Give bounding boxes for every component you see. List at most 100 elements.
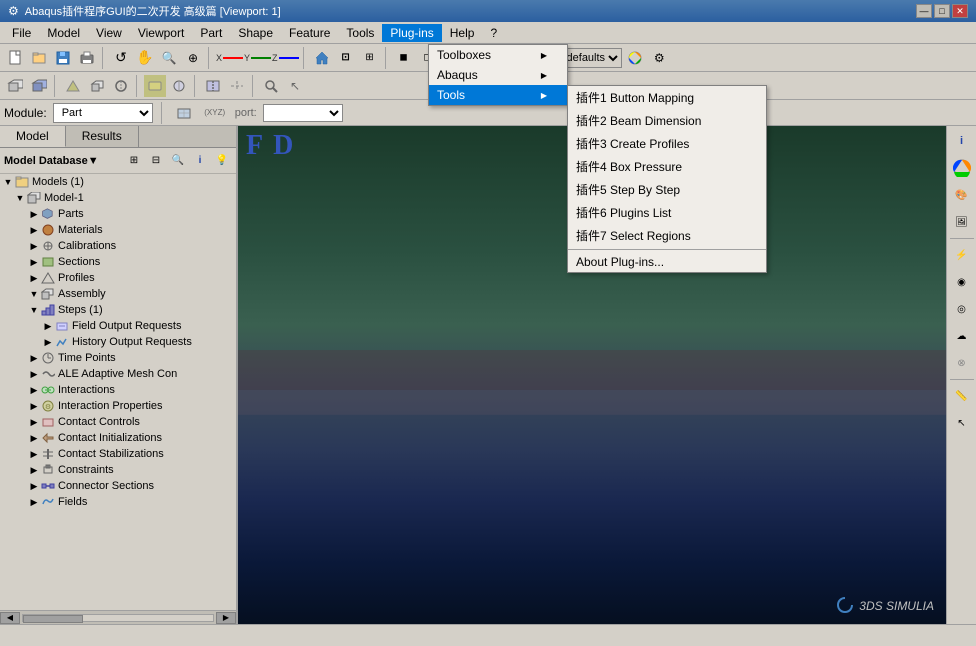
rt-info[interactable]: i (949, 128, 975, 154)
expand-ale[interactable]: ▶ (28, 369, 40, 380)
view-options-button[interactable]: ⊞ (359, 47, 381, 69)
tree-item-interactionprops[interactable]: ▶ ⚙ Interaction Properties (0, 398, 236, 414)
create-part-button[interactable] (4, 75, 26, 97)
tree-item-parts[interactable]: ▶ Parts (0, 206, 236, 222)
zoom-button[interactable]: 🔍 (158, 47, 180, 69)
plugin2-item[interactable]: 插件2 Beam Dimension (568, 109, 766, 132)
maximize-button[interactable]: □ (934, 4, 950, 18)
part-create[interactable] (173, 102, 195, 124)
tree-info[interactable]: i (190, 151, 210, 171)
color-button[interactable] (624, 47, 646, 69)
menu-part[interactable]: Part (192, 24, 230, 42)
rt-render[interactable]: 🎨 (949, 182, 975, 208)
plugin5-item[interactable]: 插件5 Step By Step (568, 178, 766, 201)
expand-connectorsections[interactable]: ▶ (28, 481, 40, 492)
tree-filter[interactable]: 🔍 (168, 151, 188, 171)
plugins-item-tools[interactable]: Tools ▶ 插件1 Button Mapping 插件2 Beam Dime… (429, 85, 567, 105)
plugin1-item[interactable]: 插件1 Button Mapping (568, 86, 766, 109)
tree-item-ale[interactable]: ▶ ALE Adaptive Mesh Con (0, 366, 236, 382)
expand-contactinit[interactable]: ▶ (28, 433, 40, 444)
open-button[interactable] (28, 47, 50, 69)
revolve-button[interactable] (110, 75, 132, 97)
about-plugins-item[interactable]: About Plug-ins... (568, 252, 766, 272)
query-button[interactable] (260, 75, 282, 97)
rt-measure[interactable]: 📏 (949, 383, 975, 409)
module-select[interactable]: Part (53, 103, 153, 123)
tree-item-calibrations[interactable]: ▶ Calibrations (0, 238, 236, 254)
scroll-left[interactable]: ◀ (0, 612, 20, 624)
tree-item-steps[interactable]: ▼ Steps (1) (0, 302, 236, 318)
tree-item-fieldoutput[interactable]: ▶ Field Output Requests (0, 318, 236, 334)
expand-profiles[interactable]: ▶ (28, 273, 40, 284)
menu-feature[interactable]: Feature (281, 24, 338, 42)
rt-arrow[interactable]: ↖ (949, 410, 975, 436)
partition-button[interactable] (202, 75, 224, 97)
menu-view[interactable]: View (88, 24, 130, 42)
plugin7-item[interactable]: 插件7 Select Regions (568, 224, 766, 247)
tree-item-model1[interactable]: ▼ Model-1 (0, 190, 236, 206)
scrollbar-track[interactable] (22, 614, 214, 622)
expand-calibrations[interactable]: ▶ (28, 241, 40, 252)
rotate-button[interactable]: ↺ (110, 47, 132, 69)
tree-item-contactcontrols[interactable]: ▶ Contact Controls (0, 414, 236, 430)
menu-model[interactable]: Model (39, 24, 88, 42)
menu-question[interactable]: ? (482, 24, 505, 42)
scrollbar-thumb[interactable] (23, 615, 83, 623)
rt-tool5[interactable]: ⊗ (949, 350, 975, 376)
expand-fields[interactable]: ▶ (28, 497, 40, 508)
menu-shape[interactable]: Shape (230, 24, 281, 42)
tree-item-models[interactable]: ▼ Models (1) (0, 174, 236, 190)
expand-interactionprops[interactable]: ▶ (28, 401, 40, 412)
pan-button[interactable]: ✋ (134, 47, 156, 69)
menu-viewport[interactable]: Viewport (130, 24, 192, 42)
shade-button[interactable]: ◼ (393, 47, 415, 69)
expand-constraints[interactable]: ▶ (28, 465, 40, 476)
horizontal-scrollbar[interactable]: ◀ ▶ (0, 610, 236, 624)
select-button[interactable]: ↖ (284, 75, 306, 97)
tree-item-assembly[interactable]: ▼ Assembly (0, 286, 236, 302)
expand-fieldoutput[interactable]: ▶ (42, 321, 54, 332)
tree-item-fields[interactable]: ▶ Fields (0, 494, 236, 510)
sketch-button[interactable] (62, 75, 84, 97)
rt-color-wheel[interactable] (949, 155, 975, 181)
plugin4-item[interactable]: 插件4 Box Pressure (568, 155, 766, 178)
scroll-right[interactable]: ▶ (216, 612, 236, 624)
zoom-box-button[interactable]: ⊕ (182, 47, 204, 69)
menu-plugins[interactable]: Plug-ins (382, 24, 441, 42)
expand-materials[interactable]: ▶ (28, 225, 40, 236)
title-bar-controls[interactable]: — □ ✕ (916, 4, 968, 18)
tree-light[interactable]: 💡 (212, 151, 232, 171)
tree-collapse-all[interactable]: ⊟ (146, 151, 166, 171)
tab-results[interactable]: Results (66, 126, 139, 147)
expand-histoutput[interactable]: ▶ (42, 337, 54, 348)
tree-item-sections[interactable]: ▶ Sections (0, 254, 236, 270)
tree-item-profiles[interactable]: ▶ Profiles (0, 270, 236, 286)
tree-item-contactstab[interactable]: ▶ Contact Stabilizations (0, 446, 236, 462)
tree-item-interactions[interactable]: ▶ Interactions (0, 382, 236, 398)
minimize-button[interactable]: — (916, 4, 932, 18)
tool4[interactable] (168, 75, 190, 97)
fit-view-button[interactable]: ⊡ (335, 47, 357, 69)
new-button[interactable] (4, 47, 26, 69)
tree-item-contactinit[interactable]: ▶ Contact Initializations (0, 430, 236, 446)
edit-part-button[interactable] (28, 75, 50, 97)
expand-interactions[interactable]: ▶ (28, 385, 40, 396)
tree-item-materials[interactable]: ▶ Materials (0, 222, 236, 238)
tree-expand-all[interactable]: ⊞ (124, 151, 144, 171)
save-button[interactable] (52, 47, 74, 69)
menu-help[interactable]: Help (442, 24, 483, 42)
tab-model[interactable]: Model (0, 126, 66, 147)
tree-item-histoutput[interactable]: ▶ History Output Requests (0, 334, 236, 350)
plugins-item-abaqus[interactable]: Abaqus ▶ (429, 65, 567, 85)
settings-button[interactable]: ⚙ (648, 47, 670, 69)
print-button[interactable] (76, 47, 98, 69)
expand-timepoints[interactable]: ▶ (28, 353, 40, 364)
datum-button[interactable] (226, 75, 248, 97)
rt-tool4[interactable]: ☁ (949, 323, 975, 349)
extrude-button[interactable] (86, 75, 108, 97)
rt-tool2[interactable]: ◉ (949, 269, 975, 295)
close-button[interactable]: ✕ (952, 4, 968, 18)
expand-sections[interactable]: ▶ (28, 257, 40, 268)
port-select[interactable] (263, 104, 343, 122)
expand-contactcontrols[interactable]: ▶ (28, 417, 40, 428)
